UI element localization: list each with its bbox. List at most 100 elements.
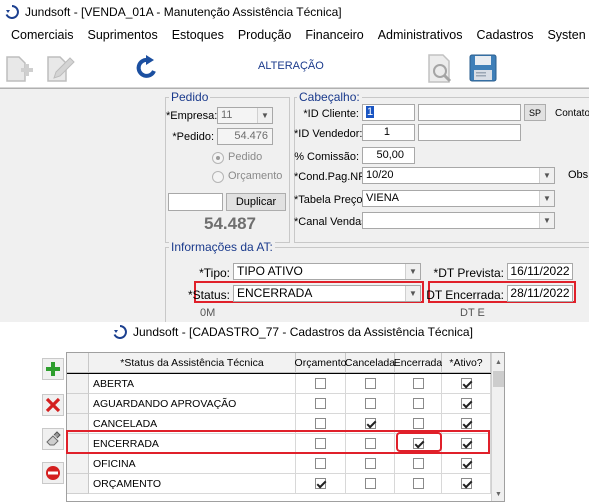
refresh-icon[interactable] <box>134 55 160 81</box>
chevron-down-icon[interactable]: ▼ <box>257 108 272 123</box>
dt-prevista-input[interactable]: 16/11/2022 <box>507 263 573 280</box>
chevron-down-icon[interactable]: ▼ <box>405 264 420 279</box>
ativo-checkbox[interactable] <box>460 378 472 389</box>
save-floppy-icon[interactable] <box>468 53 498 83</box>
id-vendedor-input[interactable]: 1 <box>362 124 415 141</box>
edit-pencil-icon[interactable] <box>44 54 76 84</box>
cond-pag-combo[interactable]: 10/20 ▼ <box>362 167 555 184</box>
grid-scrollbar[interactable]: ▲ ▼ <box>491 353 504 501</box>
tipo-combo[interactable]: TIPO ATIVO ▼ <box>233 263 421 280</box>
dt-encerrada-input[interactable]: 28/11/2022 <box>507 285 573 302</box>
encerrada-cell[interactable] <box>395 474 442 494</box>
col-header-encerrada[interactable]: Encerrada <box>394 353 442 373</box>
menu-suprimentos[interactable]: Suprimentos <box>88 28 158 42</box>
table-row[interactable]: ORÇAMENTO <box>67 474 491 494</box>
menu-comerciais[interactable]: Comerciais <box>11 28 74 42</box>
cliente-name-field[interactable] <box>418 104 521 121</box>
orcamento-cell[interactable] <box>296 394 346 414</box>
orcamento-checkbox[interactable] <box>315 398 326 409</box>
orcamento-checkbox[interactable] <box>315 478 326 489</box>
chevron-down-icon[interactable]: ▼ <box>539 213 554 228</box>
scroll-up-icon[interactable]: ▲ <box>495 359 502 366</box>
status-name-cell[interactable]: OFICINA <box>89 454 296 474</box>
duplicar-input[interactable] <box>168 193 223 211</box>
encerrada-checkbox[interactable] <box>412 478 424 489</box>
delete-button[interactable] <box>42 394 64 416</box>
col-header-cancelada[interactable]: Cancelada <box>345 353 395 373</box>
radio-orcamento[interactable] <box>212 171 224 183</box>
menu-producao[interactable]: Produção <box>238 28 292 42</box>
encerrada-cell[interactable] <box>395 394 442 414</box>
encerrada-cell[interactable] <box>395 454 442 474</box>
search-document-icon[interactable] <box>423 52 457 86</box>
new-document-icon[interactable] <box>3 54 35 84</box>
encerrada-checkbox[interactable] <box>412 458 424 469</box>
menu-administrativos[interactable]: Administrativos <box>378 28 463 42</box>
chevron-down-icon[interactable]: ▼ <box>539 168 554 183</box>
encerrada-checkbox[interactable] <box>412 378 424 389</box>
col-header-status[interactable]: *Status da Assistência Técnica <box>89 353 296 373</box>
cancelada-cell[interactable] <box>346 454 395 474</box>
row-selector[interactable] <box>67 394 89 414</box>
cancelada-cell[interactable] <box>346 374 395 394</box>
cancelada-cell[interactable] <box>346 474 395 494</box>
scroll-down-icon[interactable]: ▼ <box>495 491 502 498</box>
duplicar-button[interactable]: Duplicar <box>226 193 286 211</box>
cancel-button[interactable] <box>42 462 64 484</box>
col-header-orcamento[interactable]: Orçamento <box>295 353 346 373</box>
menu-system[interactable]: Systen <box>547 28 585 42</box>
status-name-cell[interactable]: ORÇAMENTO <box>89 474 296 494</box>
col-header-ativo[interactable]: *Ativo? <box>442 353 491 373</box>
row-selector[interactable] <box>67 374 89 394</box>
ativo-cell[interactable] <box>442 454 491 474</box>
status-combo[interactable]: ENCERRADA ▼ <box>233 285 421 302</box>
cond-pag-value: 10/20 <box>366 169 394 181</box>
chevron-down-icon[interactable]: ▼ <box>539 191 554 206</box>
ativo-checkbox[interactable] <box>460 478 472 489</box>
sp-button[interactable]: SP <box>524 104 546 121</box>
menu-financeiro[interactable]: Financeiro <box>305 28 363 42</box>
cancelada-checkbox[interactable] <box>364 398 376 409</box>
empresa-combo[interactable]: 11 ▼ <box>217 107 273 124</box>
ativo-checkbox[interactable] <box>460 458 472 469</box>
chevron-down-icon[interactable]: ▼ <box>405 286 420 301</box>
orcamento-cell[interactable] <box>296 454 346 474</box>
encerrada-checkbox[interactable] <box>412 398 424 409</box>
status-name-cell[interactable]: AGUARDANDO APROVAÇÃO <box>89 394 296 414</box>
canal-vendas-combo[interactable]: ▼ <box>362 212 555 229</box>
id-cliente-input[interactable]: 1 <box>362 104 415 121</box>
row-selector[interactable] <box>67 474 89 494</box>
orcamento-checkbox[interactable] <box>315 378 326 389</box>
ativo-cell[interactable] <box>442 374 491 394</box>
encerrada-cell[interactable] <box>395 374 442 394</box>
orcamento-cell[interactable] <box>296 374 346 394</box>
tabela-preco-combo[interactable]: VIENA ▼ <box>362 190 555 207</box>
table-row[interactable]: AGUARDANDO APROVAÇÃO <box>67 394 491 414</box>
edit-button[interactable] <box>42 428 64 450</box>
ativo-checkbox[interactable] <box>460 418 472 429</box>
orcamento-checkbox[interactable] <box>315 458 326 469</box>
add-button[interactable] <box>42 358 64 380</box>
orcamento-cell[interactable] <box>296 474 346 494</box>
pedido-number-field[interactable]: 54.476 <box>217 128 273 145</box>
ativo-cell[interactable] <box>442 394 491 414</box>
cancelada-checkbox[interactable] <box>364 378 376 389</box>
menu-cadastros[interactable]: Cadastros <box>476 28 533 42</box>
cancelada-checkbox[interactable] <box>364 418 376 429</box>
cancelada-cell[interactable] <box>346 394 395 414</box>
menu-estoques[interactable]: Estoques <box>172 28 224 42</box>
ativo-cell[interactable] <box>442 474 491 494</box>
table-row[interactable]: ABERTA <box>67 373 491 394</box>
encerrada-checkbox[interactable] <box>412 418 424 429</box>
orcamento-checkbox[interactable] <box>315 418 326 429</box>
status-name-cell[interactable]: ABERTA <box>89 374 296 394</box>
row-selector[interactable] <box>67 454 89 474</box>
scroll-thumb[interactable] <box>493 371 504 387</box>
table-row[interactable]: OFICINA <box>67 454 491 474</box>
comissao-input[interactable]: 50,00 <box>362 147 415 164</box>
radio-pedido[interactable] <box>212 152 224 164</box>
cancelada-checkbox[interactable] <box>364 478 376 489</box>
cancelada-checkbox[interactable] <box>364 458 376 469</box>
vendedor-name-field[interactable] <box>418 124 521 141</box>
ativo-checkbox[interactable] <box>460 398 472 409</box>
